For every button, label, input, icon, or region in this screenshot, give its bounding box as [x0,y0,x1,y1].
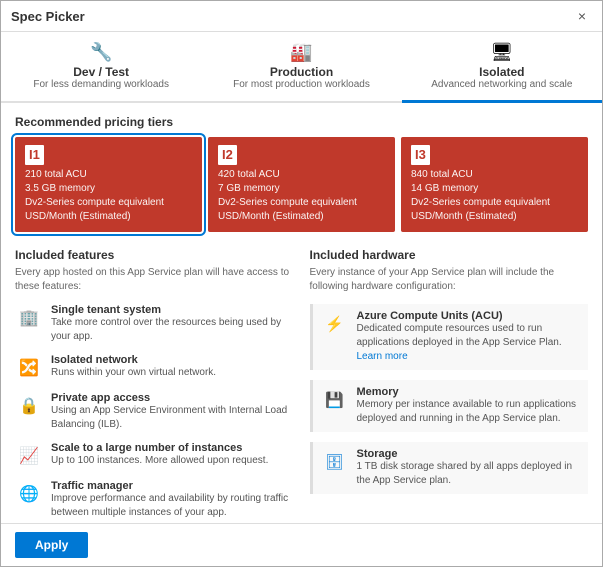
dev-test-label: Dev / Test [9,65,193,79]
tier-i2-badge: I2 [218,145,237,165]
tier-i3-acu: 840 total ACU [411,168,578,182]
tier-i2-acu: 420 total ACU [218,168,385,182]
isolated-network-desc: Runs within your own virtual network. [51,366,216,380]
tier-i2[interactable]: I2 420 total ACU 7 GB memory Dv2-Series … [208,137,395,232]
private-access-icon: 🔒 [15,392,43,420]
production-sublabel: For most production workloads [209,79,393,90]
features-column: Included features Every app hosted on th… [15,248,294,523]
tier-i3-price: USD/Month (Estimated) [411,210,578,224]
memory-desc: Memory per instance available to run app… [357,398,581,426]
single-tenant-icon: 🏢 [15,304,43,332]
storage-title: Storage [357,448,581,460]
isolated-network-icon: 🔀 [15,354,43,382]
tier-i3-memory: 14 GB memory [411,182,578,196]
hardware-acu: ⚡ Azure Compute Units (ACU) Dedicated co… [310,304,589,370]
feature-scale: 📈 Scale to a large number of instances U… [15,442,294,470]
tier-i3[interactable]: I3 840 total ACU 14 GB memory Dv2-Series… [401,137,588,232]
memory-title: Memory [357,386,581,398]
acu-title: Azure Compute Units (ACU) [357,310,581,322]
tier-i1-compute: Dv2-Series compute equivalent [25,196,192,210]
content-area: Recommended pricing tiers I1 210 total A… [1,103,602,523]
traffic-manager-icon: 🌐 [15,480,43,508]
tab-production[interactable]: 🏭 Production For most production workloa… [201,32,401,103]
tier-i2-compute: Dv2-Series compute equivalent [218,196,385,210]
scale-title: Scale to a large number of instances [51,442,268,454]
close-button[interactable]: × [572,7,592,25]
hardware-memory: 💾 Memory Memory per instance available t… [310,380,589,432]
title-bar: Spec Picker × [1,1,602,32]
storage-icon: 🗄 [321,448,349,476]
feature-scale-text: Scale to a large number of instances Up … [51,442,268,468]
private-access-title: Private app access [51,392,294,404]
hardware-acu-text: Azure Compute Units (ACU) Dedicated comp… [357,310,581,364]
hardware-memory-text: Memory Memory per instance available to … [357,386,581,426]
storage-desc: 1 TB disk storage shared by all apps dep… [357,460,581,488]
dialog-title: Spec Picker [11,9,85,24]
feature-private-access-text: Private app access Using an App Service … [51,392,294,432]
production-icon: 🏭 [209,42,393,63]
hardware-title: Included hardware [310,248,589,262]
acu-learn-more-link[interactable]: Learn more [357,351,408,362]
tab-dev-test[interactable]: 🔧 Dev / Test For less demanding workload… [1,32,201,103]
tier-i1-memory: 3.5 GB memory [25,182,192,196]
scale-desc: Up to 100 instances. More allowed upon r… [51,454,268,468]
tier-i2-price: USD/Month (Estimated) [218,210,385,224]
feature-single-tenant: 🏢 Single tenant system Take more control… [15,304,294,344]
tier-i3-badge: I3 [411,145,430,165]
acu-icon: ⚡ [321,310,349,338]
scale-icon: 📈 [15,442,43,470]
acu-desc: Dedicated compute resources used to run … [357,322,581,364]
isolated-sublabel: Advanced networking and scale [410,79,594,90]
features-title: Included features [15,248,294,262]
tier-i2-memory: 7 GB memory [218,182,385,196]
isolated-label: Isolated [410,65,594,79]
feature-private-access: 🔒 Private app access Using an App Servic… [15,392,294,432]
feature-traffic-manager: 🌐 Traffic manager Improve performance an… [15,480,294,520]
tab-isolated[interactable]: 🖥 Isolated Advanced networking and scale [402,32,602,103]
feature-single-tenant-text: Single tenant system Take more control o… [51,304,294,344]
pricing-tiers-title: Recommended pricing tiers [15,115,588,129]
hardware-storage-text: Storage 1 TB disk storage shared by all … [357,448,581,488]
private-access-desc: Using an App Service Environment with In… [51,404,294,432]
features-description: Every app hosted on this App Service pla… [15,266,294,294]
footer: Apply [1,523,602,566]
feature-traffic-manager-text: Traffic manager Improve performance and … [51,480,294,520]
hardware-column: Included hardware Every instance of your… [310,248,589,523]
memory-icon: 💾 [321,386,349,414]
single-tenant-desc: Take more control over the resources bei… [51,316,294,344]
tier-i1-price: USD/Month (Estimated) [25,210,192,224]
apply-button[interactable]: Apply [15,532,88,558]
feature-isolated-network-text: Isolated network Runs within your own vi… [51,354,216,380]
dev-test-icon: 🔧 [9,42,193,63]
feature-isolated-network: 🔀 Isolated network Runs within your own … [15,354,294,382]
hardware-description: Every instance of your App Service plan … [310,266,589,294]
tier-i3-compute: Dv2-Series compute equivalent [411,196,578,210]
single-tenant-title: Single tenant system [51,304,294,316]
dev-test-sublabel: For less demanding workloads [9,79,193,90]
isolated-network-title: Isolated network [51,354,216,366]
isolated-icon: 🖥 [410,42,594,63]
tier-i1-acu: 210 total ACU [25,168,192,182]
production-label: Production [209,65,393,79]
two-column-section: Included features Every app hosted on th… [15,248,588,523]
traffic-manager-title: Traffic manager [51,480,294,492]
pricing-tiers-container: I1 210 total ACU 3.5 GB memory Dv2-Serie… [15,137,588,232]
spec-picker-dialog: Spec Picker × 🔧 Dev / Test For less dema… [0,0,603,567]
tier-i1-badge: I1 [25,145,44,165]
tier-i1[interactable]: I1 210 total ACU 3.5 GB memory Dv2-Serie… [15,137,202,232]
tab-bar: 🔧 Dev / Test For less demanding workload… [1,32,602,103]
hardware-storage: 🗄 Storage 1 TB disk storage shared by al… [310,442,589,494]
traffic-manager-desc: Improve performance and availability by … [51,492,294,520]
